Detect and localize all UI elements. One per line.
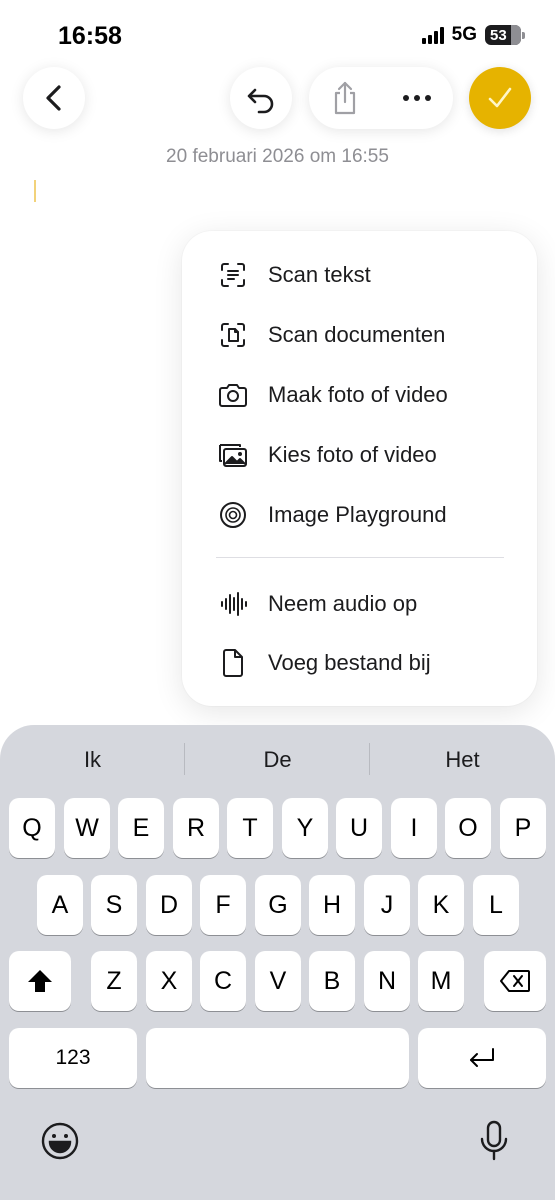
menu-item-scan-text[interactable]: Scan tekst	[182, 247, 537, 303]
key-l[interactable]: L	[473, 875, 519, 935]
return-key[interactable]	[418, 1028, 546, 1088]
note-date: 20 februari 2026 om 16:55	[166, 146, 389, 167]
menu-item-attach-file[interactable]: Voeg bestand bij	[182, 635, 537, 691]
menu-item-image-playground[interactable]: Image Playground	[182, 487, 537, 543]
photo-library-icon	[218, 440, 248, 470]
undo-icon	[247, 88, 274, 114]
camera-icon	[218, 380, 248, 410]
key-n[interactable]: N	[364, 951, 410, 1011]
key-f[interactable]: F	[200, 875, 246, 935]
emoji-icon	[41, 1122, 79, 1160]
key-e[interactable]: E	[118, 798, 164, 858]
key-j[interactable]: J	[364, 875, 410, 935]
key-a[interactable]: A	[37, 875, 83, 935]
menu-item-scan-documents[interactable]: Scan documenten	[182, 307, 537, 363]
share-button[interactable]	[309, 67, 381, 129]
menu-separator	[216, 557, 504, 558]
key-i[interactable]: I	[391, 798, 437, 858]
emoji-button[interactable]	[38, 1119, 82, 1163]
menu-item-take-photo[interactable]: Maak foto of video	[182, 367, 537, 423]
battery-level: 53	[490, 26, 507, 44]
key-u[interactable]: U	[336, 798, 382, 858]
suggestion-1[interactable]: Ik	[0, 747, 185, 773]
suggestion-bar: Ik De Het	[0, 725, 555, 793]
done-button[interactable]	[469, 67, 531, 129]
attachment-menu: Scan tekst Scan documenten Maak foto of …	[182, 231, 537, 706]
image-playground-icon	[218, 500, 248, 530]
space-key[interactable]	[146, 1028, 409, 1088]
backspace-icon	[500, 970, 530, 992]
suggestion-3[interactable]: Het	[370, 747, 555, 773]
key-x[interactable]: X	[146, 951, 192, 1011]
menu-item-label: Maak foto of video	[268, 382, 448, 407]
key-m[interactable]: M	[418, 951, 464, 1011]
menu-item-label: Kies foto of video	[268, 442, 437, 467]
key-h[interactable]: H	[309, 875, 355, 935]
cellular-signal-icon	[421, 26, 444, 44]
numbers-key[interactable]: 123	[9, 1028, 137, 1088]
shift-icon	[28, 970, 52, 992]
battery-tip	[522, 31, 525, 39]
key-k[interactable]: K	[418, 875, 464, 935]
document-icon	[218, 648, 248, 678]
menu-item-label: Image Playground	[268, 502, 447, 527]
menu-item-label: Voeg bestand bij	[268, 650, 431, 675]
return-icon	[470, 1048, 494, 1067]
key-c[interactable]: C	[200, 951, 246, 1011]
scan-text-icon	[218, 260, 248, 290]
key-s[interactable]: S	[91, 875, 137, 935]
key-g[interactable]: G	[255, 875, 301, 935]
shift-key[interactable]	[9, 951, 71, 1011]
ellipsis-icon	[403, 95, 431, 101]
key-q[interactable]: Q	[9, 798, 55, 858]
key-w[interactable]: W	[64, 798, 110, 858]
key-t[interactable]: T	[227, 798, 273, 858]
key-d[interactable]: D	[146, 875, 192, 935]
menu-item-label: Scan documenten	[268, 322, 446, 347]
status-indicators: 5G 53	[421, 24, 525, 46]
keyboard: Ik De Het Q W E R T Y U I O P A S D F G …	[0, 725, 555, 1200]
key-v[interactable]: V	[255, 951, 301, 1011]
key-o[interactable]: O	[445, 798, 491, 858]
key-y[interactable]: Y	[282, 798, 328, 858]
toolbar-pill	[309, 67, 453, 129]
back-button[interactable]	[23, 67, 85, 129]
scan-document-icon	[218, 320, 248, 350]
share-icon	[334, 81, 356, 115]
microphone-icon	[480, 1120, 508, 1161]
more-button[interactable]	[381, 67, 453, 129]
menu-item-record-audio[interactable]: Neem audio op	[182, 576, 537, 632]
menu-item-choose-photo[interactable]: Kies foto of video	[182, 427, 537, 483]
status-time: 16:58	[58, 22, 122, 50]
key-r[interactable]: R	[173, 798, 219, 858]
undo-button[interactable]	[230, 67, 292, 129]
key-p[interactable]: P	[500, 798, 546, 858]
status-bar: 16:58 5G 53	[0, 0, 555, 64]
dictation-button[interactable]	[472, 1119, 516, 1163]
network-label: 5G	[451, 24, 477, 45]
key-b[interactable]: B	[309, 951, 355, 1011]
waveform-icon	[218, 589, 248, 619]
text-cursor	[34, 180, 36, 202]
suggestion-2[interactable]: De	[185, 747, 370, 773]
battery-icon: 53	[485, 25, 521, 45]
menu-item-label: Neem audio op	[268, 591, 418, 616]
checkmark-icon	[488, 87, 512, 108]
delete-key[interactable]	[484, 951, 546, 1011]
key-z[interactable]: Z	[91, 951, 137, 1011]
menu-item-label: Scan tekst	[268, 262, 371, 287]
chevron-left-icon	[46, 85, 61, 111]
